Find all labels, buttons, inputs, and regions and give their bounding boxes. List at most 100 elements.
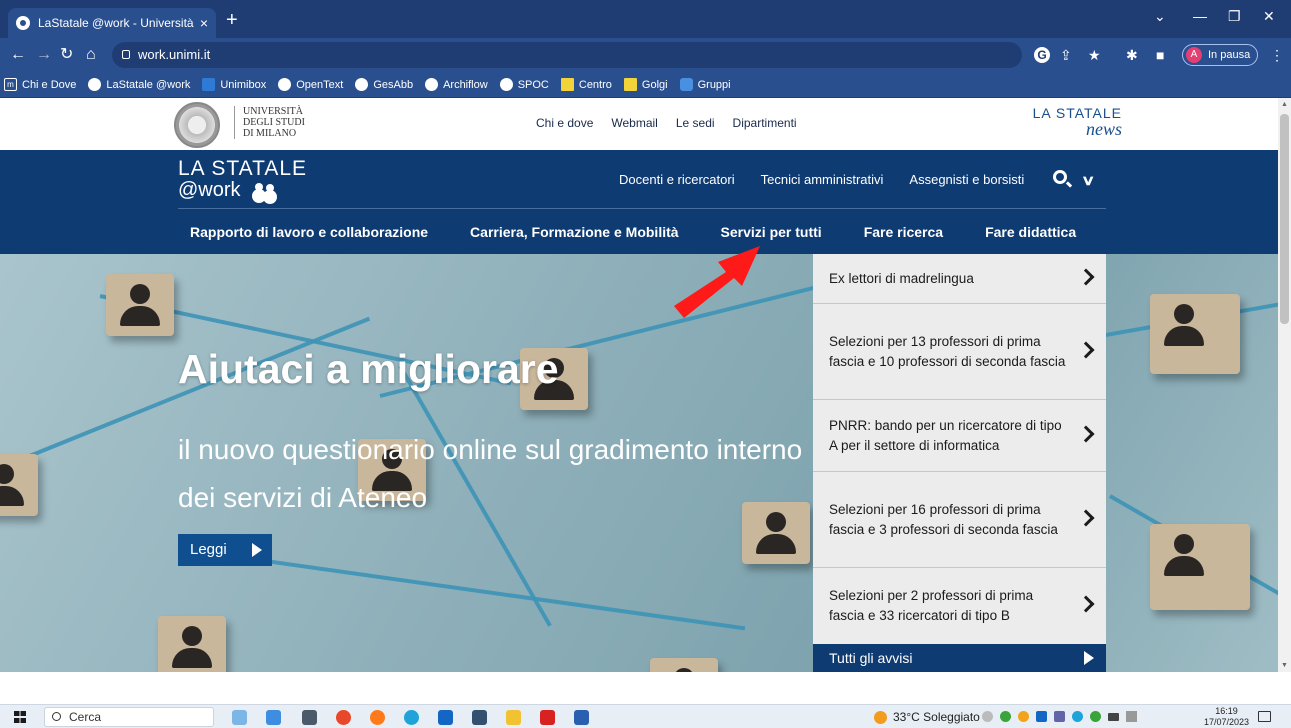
new-tab-button[interactable]: +	[226, 10, 238, 30]
profile-button[interactable]: A In pausa	[1182, 44, 1258, 66]
scroll-down-arrow-icon[interactable]: ▼	[1281, 662, 1288, 669]
taskbar-clock[interactable]: 16:19 17/07/2023	[1204, 706, 1249, 728]
forward-arrow-icon[interactable]: →	[36, 45, 52, 65]
bookmark-star-icon[interactable]: ★	[1088, 47, 1101, 64]
link-le-sedi[interactable]: Le sedi	[676, 116, 715, 130]
la-statale-work-logo[interactable]: LA STATALE @work	[178, 158, 307, 201]
header-divider	[178, 208, 1106, 209]
page-scrollbar[interactable]: ▲ ▼	[1278, 98, 1291, 672]
taskbar-search[interactable]: Cerca	[44, 707, 214, 727]
folder-icon	[623, 78, 637, 91]
home-icon[interactable]: ⌂	[86, 45, 96, 65]
leggi-button[interactable]: Leggi	[178, 534, 272, 566]
globe-icon	[88, 78, 102, 91]
nav-fare-didattica[interactable]: Fare didattica	[985, 224, 1076, 240]
maximize-window-button[interactable]: ❐	[1228, 8, 1241, 25]
bookmark-unimibox[interactable]: Unimibox	[202, 78, 266, 91]
reload-icon[interactable]: ↻	[60, 45, 73, 65]
chevron-right-icon	[1077, 595, 1095, 613]
notice-item[interactable]: Ex lettori di madrelingua	[813, 254, 1106, 304]
windows-start-icon[interactable]	[14, 711, 26, 723]
top-links: Chi e dove Webmail Le sedi Dipartimenti	[536, 116, 797, 130]
notice-item[interactable]: Selezioni per 13 professori di prima fas…	[813, 304, 1106, 400]
tab-search-chevron-icon[interactable]: ⌄	[1154, 8, 1166, 25]
link-assegnisti-e-borsisti[interactable]: Assegnisti e borsisti	[909, 172, 1024, 187]
widgets-icon[interactable]	[232, 710, 247, 725]
edge-app-icon[interactable]	[404, 710, 419, 725]
close-window-button[interactable]: ✕	[1263, 8, 1275, 25]
university-seal-logo[interactable]	[174, 102, 220, 148]
bookmark-chi-e-dove[interactable]: m Chi e Dove	[4, 78, 76, 91]
globe-icon	[499, 78, 513, 91]
bookmark-archiflow[interactable]: Archiflow	[425, 78, 488, 91]
battery-icon[interactable]	[1108, 713, 1119, 721]
link-docenti-e-ricercatori[interactable]: Docenti e ricercatori	[619, 172, 735, 187]
acrobat-app-icon[interactable]	[540, 710, 555, 725]
extensions-puzzle-icon[interactable]: ✱	[1126, 47, 1138, 64]
minimize-window-button[interactable]: —	[1193, 8, 1207, 24]
bookmark-gesabb[interactable]: GesAbb	[355, 78, 413, 91]
calculator-app-icon[interactable]	[472, 710, 487, 725]
nav-fare-ricerca[interactable]: Fare ricerca	[864, 224, 943, 240]
globe-icon	[278, 78, 292, 91]
link-tecnici-amministrativi[interactable]: Tecnici amministrativi	[761, 172, 884, 187]
chrome-menu-icon[interactable]: ⋮	[1270, 47, 1284, 64]
side-panel-icon[interactable]: ■	[1156, 47, 1164, 63]
notice-item[interactable]: PNRR: bando per un ricercatore di tipo A…	[813, 400, 1106, 472]
notice-item[interactable]: Selezioni per 2 professori di prima fasc…	[813, 568, 1106, 644]
globe-icon	[355, 78, 369, 91]
mi-logo-icon: m	[4, 78, 17, 91]
search-icon	[52, 712, 61, 721]
site-header: LA STATALE @work Docenti e ricercatori T…	[0, 150, 1278, 254]
back-arrow-icon[interactable]: ←	[10, 45, 26, 65]
nav-carriera-formazione-mobilita[interactable]: Carriera, Formazione e Mobilità	[470, 224, 679, 240]
bookmark-golgi[interactable]: Golgi	[623, 78, 668, 91]
play-arrow-icon	[1084, 651, 1094, 665]
all-notices-link[interactable]: Tutti gli avvisi	[813, 644, 1106, 672]
word-app-icon[interactable]	[574, 710, 589, 725]
link-webmail[interactable]: Webmail	[611, 116, 657, 130]
university-name[interactable]: UNIVERSITÀ DEGLI STUDI DI MILANO	[234, 106, 305, 139]
outlook-app-icon[interactable]	[438, 710, 453, 725]
tray-outlook-icon[interactable]	[1036, 711, 1047, 722]
bookmark-centro[interactable]: Centro	[560, 78, 612, 91]
bookmark-lastatale-work[interactable]: LaStatale @work	[88, 78, 190, 91]
url-text: work.unimi.it	[138, 47, 211, 62]
profile-avatar: A	[1186, 47, 1202, 63]
bookmark-spoc[interactable]: SPOC	[499, 78, 549, 91]
task-view-icon[interactable]	[302, 710, 317, 725]
browser-tab[interactable]: LaStatale @work - Università deg ×	[8, 8, 216, 38]
tray-check-icon[interactable]	[1000, 711, 1011, 722]
share-icon[interactable]: ⇪	[1060, 47, 1072, 64]
play-arrow-icon	[252, 543, 262, 557]
chevron-down-icon[interactable]: ∨	[1081, 172, 1095, 189]
scrollbar-thumb[interactable]	[1280, 114, 1289, 324]
search-icon[interactable]	[1053, 170, 1067, 184]
wifi-icon[interactable]	[1126, 711, 1137, 722]
google-icon[interactable]: G	[1034, 47, 1050, 63]
nav-rapporto-di-lavoro[interactable]: Rapporto di lavoro e collaborazione	[190, 224, 428, 240]
link-dipartimenti[interactable]: Dipartimenti	[733, 116, 797, 130]
close-tab-icon[interactable]: ×	[200, 15, 208, 31]
bookmark-gruppi[interactable]: Gruppi	[679, 78, 731, 91]
groups-icon	[679, 78, 693, 91]
address-bar[interactable]: work.unimi.it	[112, 42, 1022, 68]
tray-teams-icon[interactable]	[1054, 711, 1065, 722]
tray-edge-icon[interactable]	[1072, 711, 1083, 722]
tray-app-icon[interactable]	[1018, 711, 1029, 722]
tray-security-icon[interactable]	[1090, 711, 1101, 722]
scroll-up-arrow-icon[interactable]: ▲	[1281, 101, 1288, 108]
chrome-app-icon[interactable]	[336, 710, 351, 725]
person-app-icon[interactable]	[266, 710, 281, 725]
nav-servizi-per-tutti[interactable]: Servizi per tutti	[721, 224, 822, 240]
weather-widget[interactable]: 33°C Soleggiato	[874, 710, 980, 724]
la-statale-news-logo[interactable]: LA STATALE news	[1018, 106, 1122, 138]
volume-icon[interactable]	[982, 711, 993, 722]
bookmark-opentext[interactable]: OpenText	[278, 78, 343, 91]
link-chi-e-dove[interactable]: Chi e dove	[536, 116, 593, 130]
file-explorer-icon[interactable]	[506, 710, 521, 725]
notice-item[interactable]: Selezioni per 16 professori di prima fas…	[813, 472, 1106, 568]
firefox-app-icon[interactable]	[370, 710, 385, 725]
notifications-icon[interactable]	[1258, 711, 1271, 722]
role-links: Docenti e ricercatori Tecnici amministra…	[619, 172, 1024, 187]
